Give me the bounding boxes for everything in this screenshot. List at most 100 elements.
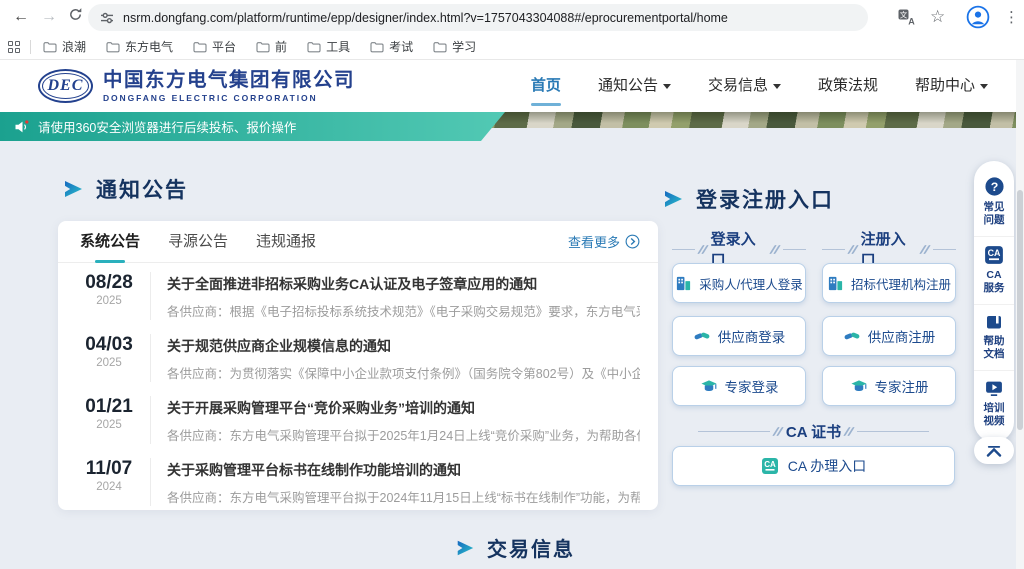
scrollbar-track[interactable] (1016, 60, 1024, 569)
url-text[interactable]: nsrm.dongfang.com/platform/runtime/epp/d… (123, 11, 728, 25)
view-more-link[interactable]: 查看更多 (568, 232, 640, 251)
divider-slashes (772, 245, 778, 254)
notice-list-item[interactable]: 08/28 2025 关于全面推进非招标采购业务CA认证及电子签章应用的通知 各… (58, 263, 658, 325)
folder-icon (43, 41, 57, 53)
section-title: 交易信息 (487, 533, 575, 562)
profile-avatar[interactable] (966, 5, 990, 29)
bookmark-label: 考试 (389, 38, 413, 55)
folder-icon (433, 41, 447, 53)
tab-system-notices[interactable]: 系统公告 (80, 221, 140, 263)
notice-date: 01/21 2025 (78, 396, 140, 444)
faq-button[interactable]: ? 常见问题 (974, 168, 1014, 236)
notice-list-item[interactable]: 04/03 2025 关于规范供应商企业规模信息的通知 各供应商：为贯彻落实《保… (58, 325, 658, 387)
ca-apply-button[interactable]: CA CA 办理入口 (672, 446, 955, 486)
bookmark-label: 东方电气 (125, 38, 173, 55)
translate-a-glyph: A (908, 16, 915, 26)
notice-title[interactable]: 关于采购管理平台标书在线制作功能培训的通知 (167, 460, 640, 480)
notice-summary: 各供应商：为贯彻落实《保障中小企业款项支付条例》（国务院令第802号）及《中小企… (167, 363, 640, 382)
divider-line (822, 249, 845, 250)
notice-section-header: 通知公告 (62, 174, 188, 204)
notice-date: 08/28 2025 (78, 272, 140, 320)
chevron-down-icon (663, 84, 671, 89)
tab-sourcing-notices[interactable]: 寻源公告 (168, 221, 228, 263)
ca-badge-icon: CA (761, 457, 779, 475)
folder-icon (256, 41, 270, 53)
nav-item-help-center[interactable]: 帮助中心 (915, 60, 988, 112)
bookmark-item[interactable]: 平台 (193, 38, 236, 55)
notice-summary: 各供应商：东方电气采购管理平台拟于2025年1月24日上线“竞价采购”业务，为帮… (167, 425, 640, 444)
notice-card: 系统公告 寻源公告 违规通报 查看更多 08/28 2025 关于全面推进非招标… (58, 221, 658, 510)
chevron-down-icon (773, 84, 781, 89)
notice-list-item[interactable]: 01/21 2025 关于开展采购管理平台“竞价采购业务”培训的通知 各供应商：… (58, 387, 658, 449)
forward-icon[interactable]: → (36, 4, 62, 30)
translate-zh-glyph: 文 (900, 9, 908, 19)
floating-side-toolbar: ? 常见问题 CA CA 服务 帮助文档 培训视频 (974, 161, 1014, 442)
button-label: CA 办理入口 (788, 456, 867, 476)
nav-label: 首页 (531, 60, 561, 112)
site-settings-icon[interactable] (100, 11, 114, 25)
apps-grid-icon[interactable] (8, 41, 20, 53)
help-docs-button[interactable]: 帮助文档 (974, 304, 1014, 370)
chevron-up-icon (985, 445, 1003, 457)
bookmark-item[interactable]: 学习 (433, 38, 476, 55)
button-label: 供应商登录 (718, 326, 786, 346)
section-title: 登录注册入口 (696, 184, 834, 214)
translate-icon[interactable]: 文 A (898, 5, 916, 29)
scrollbar-thumb[interactable] (1017, 190, 1023, 430)
ca-service-button[interactable]: CA CA 服务 (974, 236, 1014, 304)
training-videos-button[interactable]: 培训视频 (974, 370, 1014, 437)
bookmark-item[interactable]: 东方电气 (106, 38, 173, 55)
bookmark-item[interactable]: 工具 (307, 38, 350, 55)
ribbon-text: 请使用360安全浏览器进行后续投标、报价操作 (38, 117, 296, 136)
nav-item-policies[interactable]: 政策法规 (818, 60, 878, 112)
nav-label: 政策法规 (818, 60, 878, 112)
company-name: 中国东方电气集团有限公司 (103, 69, 355, 91)
notice-title[interactable]: 关于规范供应商企业规模信息的通知 (167, 336, 640, 356)
notice-list-item[interactable]: 11/07 2024 关于采购管理平台标书在线制作功能培训的通知 各供应商：东方… (58, 449, 658, 511)
tab-violation-reports[interactable]: 违规通报 (256, 221, 316, 263)
address-bar[interactable]: nsrm.dongfang.com/platform/runtime/epp/d… (88, 4, 868, 31)
ca-badge-icon: CA (984, 245, 1004, 265)
notice-title[interactable]: 关于全面推进非招标采购业务CA认证及电子签章应用的通知 (167, 274, 640, 294)
section-arrow-icon (455, 538, 475, 558)
divider-slashes (922, 245, 928, 254)
button-label: 专家注册 (875, 376, 929, 396)
bookmark-item[interactable]: 考试 (370, 38, 413, 55)
bookmark-label: 浪潮 (62, 38, 86, 55)
dec-logo-oval: DEC (38, 69, 93, 103)
notice-summary: 各供应商：根据《电子招标投标系统技术规范》《电子采购交易规范》要求，东方电气采购… (167, 301, 640, 320)
supplier-login-button[interactable]: 供应商登录 (672, 316, 806, 356)
nav-item-trade-info[interactable]: 交易信息 (708, 60, 781, 112)
nav-item-home[interactable]: 首页 (531, 60, 561, 112)
main-nav: 首页 通知公告 交易信息 政策法规 帮助中心 (531, 60, 988, 112)
question-icon: ? (984, 176, 1005, 197)
expert-login-button[interactable]: 专家登录 (672, 366, 806, 406)
bookmark-item[interactable]: 浪潮 (43, 38, 86, 55)
agency-register-button[interactable]: 招标代理机构注册 (822, 263, 956, 303)
company-logo[interactable]: DEC 中国东方电气集团有限公司 DONGFANG ELECTRIC CORPO… (38, 69, 355, 103)
back-to-top-button[interactable] (974, 437, 1014, 464)
bookmark-label: 平台 (212, 38, 236, 55)
bookmark-item[interactable]: 前 (256, 38, 287, 55)
folder-icon (307, 41, 321, 53)
purchaser-login-button[interactable]: 采购人/代理人登录 (672, 263, 806, 303)
folder-icon (370, 41, 384, 53)
handshake-icon (843, 328, 861, 344)
notice-title[interactable]: 关于开展采购管理平台“竞价采购业务”培训的通知 (167, 398, 640, 418)
graduation-cap-icon (850, 378, 868, 395)
browser-toolbar: ← → nsrm.dongfang.com/platform/runtime/e… (0, 0, 1024, 34)
divider (30, 40, 31, 54)
nav-item-notices[interactable]: 通知公告 (598, 60, 671, 112)
back-icon[interactable]: ← (8, 4, 34, 30)
button-label: 专家登录 (725, 376, 779, 396)
section-title: 通知公告 (96, 174, 188, 204)
expert-register-button[interactable]: 专家注册 (822, 366, 956, 406)
divider-slashes (775, 427, 781, 436)
notice-date-md: 04/03 (78, 334, 140, 356)
bookmark-star-icon[interactable]: ☆ (930, 5, 945, 29)
company-name-en: DONGFANG ELECTRIC CORPORATION (103, 93, 355, 103)
menu-kebab-icon[interactable]: ⋮ (1004, 5, 1019, 29)
reload-icon[interactable] (62, 5, 88, 31)
supplier-register-button[interactable]: 供应商注册 (822, 316, 956, 356)
section-arrow-icon (62, 178, 84, 200)
